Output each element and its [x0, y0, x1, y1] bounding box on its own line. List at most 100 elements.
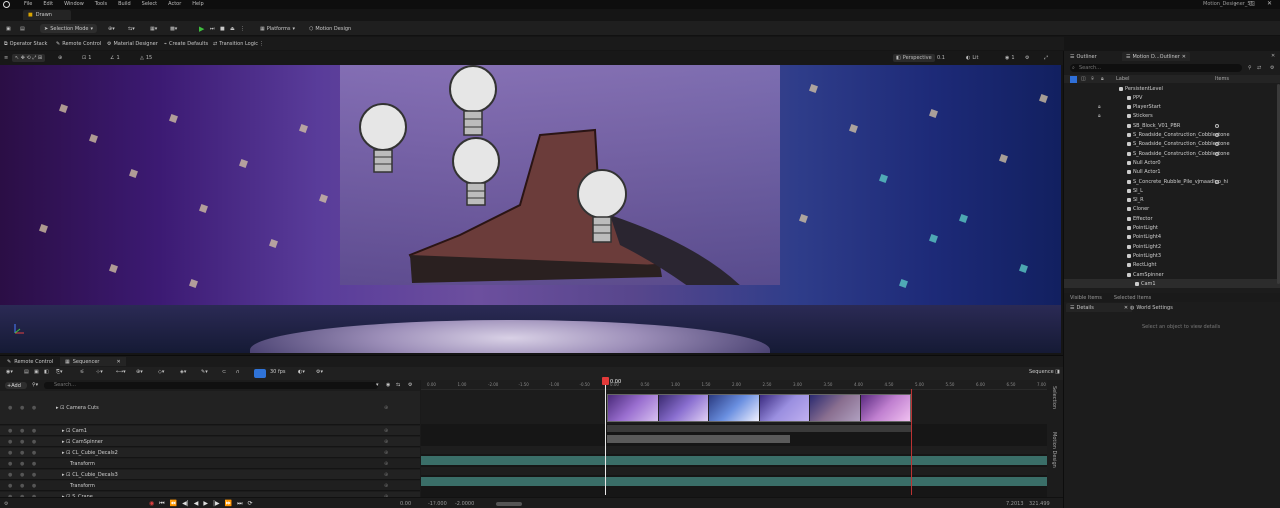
perspective-dropdown[interactable]: ◧ Perspective — [893, 54, 935, 62]
outliner-row[interactable]: Null Actor1 — [1064, 168, 1280, 177]
add-key-icon[interactable]: ⊕ — [384, 483, 388, 489]
add-track-button[interactable]: + Add — [5, 382, 27, 389]
transform-icon[interactable]: ⊹▾ — [96, 369, 103, 375]
transform-track-bar[interactable] — [421, 456, 1047, 465]
add-key-icon[interactable]: ⊕ — [384, 405, 388, 411]
outliner-row[interactable]: SB_Block_V01_PBR — [1064, 121, 1280, 130]
pin-icon[interactable]: ⌾ — [1091, 76, 1094, 82]
timeline-area[interactable]: 0.00 1.00 -2.00 -1.50 -1.00 -0.50 0.00 0.50 1.00… — [421, 380, 1047, 498]
operator-stack-button[interactable]: ⧉ Operator Stack — [4, 39, 47, 48]
curves-icon[interactable]: ⟷▾ — [116, 369, 126, 375]
create-defaults-button[interactable]: ⌁ Create Defaults — [164, 39, 208, 48]
modes-icon[interactable]: ▩▾ — [170, 24, 177, 33]
content-browser-icon[interactable]: ▤ — [20, 24, 25, 33]
playback-options-icon[interactable]: ◐▾ — [298, 369, 305, 375]
outliner-row[interactable]: RectLight — [1064, 261, 1280, 270]
outliner-row[interactable]: Effector — [1064, 214, 1280, 223]
track-row[interactable]: ● ● ● ▸ ⊡ CamSpinner ⊕ — [0, 437, 420, 447]
outliner-row[interactable]: Null Actor0 — [1064, 158, 1280, 167]
more-icon[interactable]: ⋮ — [259, 39, 264, 48]
jump-end-icon[interactable]: ⏭ — [237, 500, 242, 508]
tab-details[interactable]: ☰ Details ✕ — [1066, 303, 1133, 312]
camera-cut-clip[interactable] — [607, 394, 911, 422]
end-time-secondary[interactable]: 321.499 — [1029, 501, 1050, 507]
world-local-icon[interactable]: ⊕ — [58, 54, 62, 62]
play-icon[interactable]: ▶ — [203, 500, 208, 508]
options-icon[interactable]: ⇄ — [1257, 65, 1261, 71]
next-frame-icon[interactable]: |▶ — [213, 500, 220, 508]
options-icon[interactable]: ⚙ — [4, 501, 8, 507]
auto-key-icon[interactable]: ◈▾ — [180, 369, 186, 375]
visibility-icon[interactable]: ◫ — [1081, 76, 1086, 82]
settings-icon[interactable]: ⚙ — [1025, 54, 1029, 62]
transform-track-bar[interactable] — [421, 477, 1047, 486]
outliner-row[interactable]: SI_R — [1064, 196, 1280, 205]
track-toggles[interactable]: ● ● ● — [8, 483, 39, 489]
add-key-icon[interactable]: ⊕ — [384, 472, 388, 478]
selection-side-tab[interactable]: Selection — [1051, 386, 1057, 409]
outliner-row[interactable]: PointLight3 — [1064, 251, 1280, 260]
eject-icon[interactable]: ⏏ — [230, 24, 235, 33]
cinematics-icon[interactable]: ▦▾ — [150, 24, 157, 33]
hamburger-icon[interactable]: ≡ — [4, 54, 8, 62]
add-key-icon[interactable]: ⊕ — [384, 428, 388, 434]
tab-outliner[interactable]: ☰ Outliner — [1066, 52, 1101, 61]
outliner-row[interactable]: S_Roadside_Construction_Cobblestone — [1064, 140, 1280, 149]
save-icon[interactable]: ▣ — [6, 24, 11, 33]
filter-icon[interactable]: ⚲▾ — [32, 382, 38, 388]
camspinner-clip[interactable] — [607, 435, 790, 443]
column-items[interactable]: Items — [1215, 76, 1229, 82]
menu-edit[interactable]: Edit — [43, 1, 53, 7]
prev-key-icon[interactable]: ⏪ — [170, 500, 177, 508]
track-row[interactable]: ● ● ● ▸ ⊡ CL_Cubie_Decals2 ⊕ — [0, 448, 420, 458]
level-tab[interactable]: ■ Drawn — [23, 10, 71, 20]
find-icon[interactable]: ▤ — [24, 369, 29, 375]
timeline-scrollbar[interactable] — [496, 502, 522, 506]
track-toggles[interactable]: ● ● ● — [8, 472, 39, 478]
outliner-row[interactable]: PPV — [1064, 93, 1280, 102]
stop-icon[interactable]: ■ — [220, 24, 225, 33]
maximize-icon[interactable]: □ — [1249, 0, 1255, 7]
track-search-input[interactable]: Search... — [44, 382, 378, 389]
outliner-row[interactable]: SI_L — [1064, 186, 1280, 195]
filter-icon[interactable]: ⚲ — [1248, 65, 1252, 71]
minimize-icon[interactable]: – — [1234, 0, 1237, 7]
lit-dropdown[interactable]: ◐ Lit — [966, 54, 979, 62]
fov-value[interactable]: 0.1 — [937, 54, 945, 62]
step-icon[interactable]: ⏭ — [210, 24, 215, 33]
lightbulb-icon[interactable] — [450, 137, 502, 209]
close-icon[interactable]: ✕ — [1182, 54, 1186, 60]
tab-sequencer[interactable]: ▦ Sequencer ✕ — [60, 357, 126, 366]
material-designer-button[interactable]: ⚙ Material Designer — [107, 39, 158, 48]
lock-icon[interactable]: 🔒︎ — [1101, 76, 1104, 82]
track-toggles[interactable]: ● ● ● — [8, 428, 39, 434]
current-time[interactable]: 0.00 — [400, 501, 411, 507]
menu-window[interactable]: Window — [64, 1, 84, 7]
outliner-row[interactable]: S_Roadside_Construction_Cobblestone — [1064, 149, 1280, 158]
level-viewport[interactable] — [0, 65, 1061, 353]
track-row[interactable]: ● ● ● Transform ⊕ — [0, 459, 420, 469]
menu-help[interactable]: Help — [192, 1, 203, 7]
play-icon[interactable]: ▶ — [199, 24, 204, 33]
lock-icon[interactable]: 🔒︎ — [1098, 104, 1101, 110]
outliner-row[interactable]: 🔒︎ Stickers — [1064, 112, 1280, 121]
close-icon[interactable]: ✕ — [1271, 53, 1275, 59]
cam1-lane[interactable] — [607, 425, 911, 432]
selection-mode-dropdown[interactable]: ➤ Selection Mode ▾ — [40, 24, 97, 33]
sync-icon[interactable]: ⇆ — [396, 382, 400, 388]
visibility-icon[interactable]: ◉ — [386, 382, 390, 388]
platforms-dropdown[interactable]: ▦ Platforms ▾ — [260, 24, 295, 33]
menu-select[interactable]: Select — [142, 1, 157, 7]
outliner-row[interactable]: Cloner — [1064, 205, 1280, 214]
snap-icon[interactable]: ⊡ 1 — [82, 54, 91, 62]
end-time[interactable]: 7.2013 — [1006, 501, 1024, 507]
outliner-row[interactable]: PointLight — [1064, 224, 1280, 233]
jump-start-icon[interactable]: ⏮ — [159, 500, 164, 508]
transform-tools[interactable]: ↖ ✥ ⟲ ⤢ ⊞ — [12, 54, 46, 62]
track-toggles[interactable]: ● ● ● — [8, 450, 39, 456]
motion-design-side-tab[interactable]: Motion Design — [1051, 432, 1057, 468]
start-time[interactable]: -1?.000 — [428, 501, 447, 507]
track-row[interactable]: ● ● ● ▸ ⊡ Cam1 ⊕ — [0, 426, 420, 436]
chevron-down-icon[interactable]: ▾ — [376, 382, 379, 388]
transition-logic-button[interactable]: ⇄ Transition Logic — [213, 39, 258, 48]
